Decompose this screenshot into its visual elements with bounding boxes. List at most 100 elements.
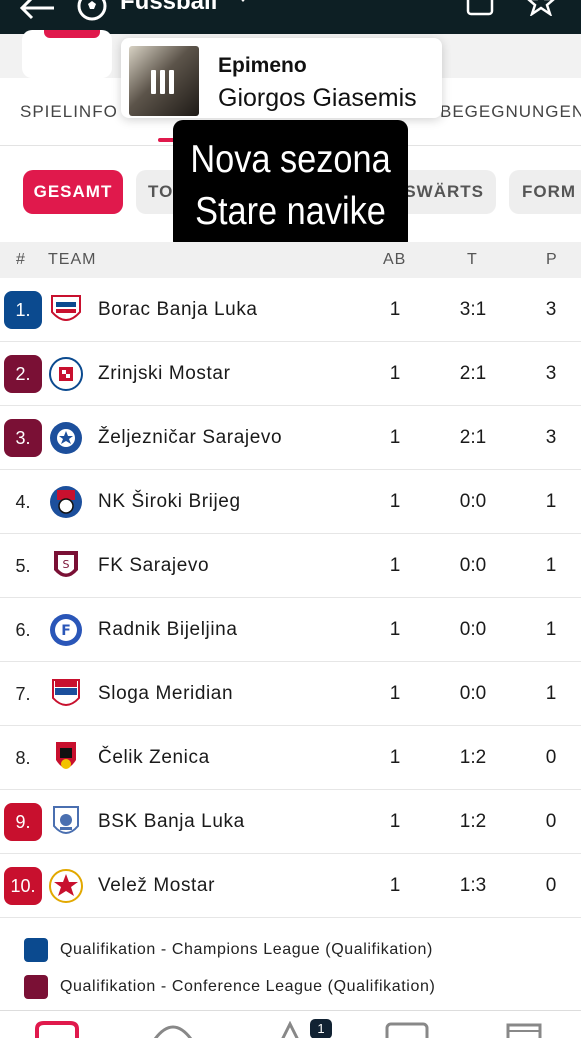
goals: 2:1 — [459, 363, 487, 384]
games-played: 1 — [389, 555, 401, 576]
header-rank: # — [16, 251, 26, 268]
song-title: Epimeno — [218, 54, 307, 77]
legend-swatch — [24, 975, 48, 999]
rank-badge: 4. — [15, 492, 31, 512]
legend-item-champions: Qualifikation - Champions League (Qualif… — [24, 938, 433, 962]
rank-badge: 3. — [4, 419, 42, 457]
team-name: NK Široki Brijeg — [98, 491, 241, 512]
legend-swatch — [24, 938, 48, 962]
points: 1 — [545, 555, 557, 576]
svg-text:S: S — [63, 558, 70, 571]
table-header: # TEAM AB T P — [0, 242, 581, 278]
caption-line-2: Stare navike — [195, 190, 386, 233]
radnik-logo-icon: F — [50, 614, 82, 646]
games-played: 1 — [389, 363, 401, 384]
zeljeznicar-logo-icon — [50, 422, 82, 454]
rank-badge: 8. — [15, 748, 31, 768]
table-row[interactable]: 4. NK Široki Brijeg 1 0:0 1 — [0, 470, 581, 534]
header-team: TEAM — [48, 251, 97, 268]
points: 3 — [545, 363, 557, 384]
football-icon — [77, 0, 107, 21]
goals: 0:0 — [459, 555, 487, 576]
song-artist: Giorgos Giasemis — [218, 84, 417, 112]
rank-badge: 6. — [15, 620, 31, 640]
table-row[interactable]: 1. Borac Banja Luka 1 3:1 3 — [0, 278, 581, 342]
games-played: 1 — [389, 875, 401, 896]
points: 0 — [545, 747, 557, 768]
table-row[interactable]: 9. BSK Banja Luka 1 1:2 0 — [0, 790, 581, 854]
games-played: 1 — [389, 683, 401, 704]
points: 1 — [545, 491, 557, 512]
caption-overlay: Nova sezona Stare navike — [173, 120, 408, 251]
header-t: T — [467, 251, 478, 268]
points: 0 — [545, 811, 557, 832]
header-p: P — [546, 251, 558, 268]
favorite-star-icon[interactable] — [526, 0, 556, 16]
legend-label: Qualifikation - Champions League (Qualif… — [60, 941, 433, 959]
goals: 0:0 — [459, 619, 487, 640]
team-name: Zrinjski Mostar — [98, 363, 231, 384]
points: 0 — [545, 875, 557, 896]
goals: 2:1 — [459, 427, 487, 448]
table-row[interactable]: 8. Čelik Zenica 1 1:2 0 — [0, 726, 581, 790]
app-title[interactable]: Fussball — [120, 0, 217, 16]
team-name: Borac Banja Luka — [98, 299, 258, 320]
rank-badge: 9. — [4, 803, 42, 841]
goals: 0:0 — [459, 683, 487, 704]
svg-text:F: F — [61, 623, 71, 639]
home-icon[interactable] — [34, 1021, 80, 1038]
games-played: 1 — [389, 811, 401, 832]
table-row[interactable]: 3. Željezničar Sarajevo 1 2:1 3 — [0, 406, 581, 470]
team-name: BSK Banja Luka — [98, 811, 245, 832]
table-row[interactable]: 6. F Radnik Bijeljina 1 0:0 1 — [0, 598, 581, 662]
games-played: 1 — [389, 619, 401, 640]
live-icon[interactable] — [152, 1021, 194, 1038]
points: 3 — [545, 299, 557, 320]
bottom-navigation: 1 — [0, 1010, 581, 1038]
league-card[interactable] — [22, 30, 112, 78]
app-top-bar: Fussball — [0, 0, 581, 34]
legend-label: Qualifikation - Conference League (Quali… — [60, 978, 436, 996]
goals: 0:0 — [459, 491, 487, 512]
scores-icon[interactable] — [384, 1021, 430, 1038]
table-row[interactable]: 2. Zrinjski Mostar 1 2:1 3 — [0, 342, 581, 406]
rank-badge: 1. — [4, 291, 42, 329]
points: 1 — [545, 619, 557, 640]
team-name: FK Sarajevo — [98, 555, 210, 576]
chevron-down-icon[interactable] — [236, 0, 250, 4]
sloga-logo-icon — [52, 679, 80, 706]
zrinjski-logo-icon — [49, 357, 83, 391]
rank-badge: 7. — [15, 684, 31, 704]
filter-gesamt[interactable]: GESAMT — [23, 170, 123, 214]
filter-auswaerts[interactable]: SWÄRTS — [396, 170, 496, 214]
table-row[interactable]: 7. Sloga Meridian 1 0:0 1 — [0, 662, 581, 726]
news-icon[interactable] — [278, 1021, 302, 1038]
share-icon[interactable] — [465, 0, 495, 16]
team-name: Željezničar Sarajevo — [98, 427, 283, 448]
album-art — [129, 46, 199, 116]
goals: 3:1 — [459, 299, 487, 320]
music-overlay-card[interactable]: Epimeno Giorgos Giasemis — [121, 38, 442, 118]
legend-item-conference: Qualifikation - Conference League (Quali… — [24, 975, 435, 999]
back-arrow-icon[interactable] — [18, 0, 58, 22]
tab-begegnungen[interactable]: BEGEGNUNGEN — [440, 102, 581, 122]
qualification-legend: Qualifikation - Champions League (Qualif… — [0, 918, 581, 1010]
rank-badge: 5. — [15, 556, 31, 576]
notification-badge: 1 — [310, 1019, 332, 1038]
pause-icon[interactable] — [151, 70, 178, 99]
goals: 1:2 — [459, 811, 487, 832]
table-row[interactable]: 10. Velež Mostar 1 1:3 0 — [0, 854, 581, 918]
more-icon[interactable] — [504, 1021, 544, 1038]
team-name: Radnik Bijeljina — [98, 619, 238, 640]
team-name: Velež Mostar — [98, 875, 216, 896]
games-played: 1 — [389, 299, 401, 320]
tab-spielinfo[interactable]: SPIELINFO — [20, 102, 118, 122]
games-played: 1 — [389, 427, 401, 448]
team-name: Čelik Zenica — [98, 747, 210, 768]
table-row[interactable]: 5. S FK Sarajevo 1 0:0 1 — [0, 534, 581, 598]
velez-logo-icon — [49, 869, 83, 903]
games-played: 1 — [389, 491, 401, 512]
filter-form[interactable]: FORM — [509, 170, 581, 214]
rank-badge: 10. — [4, 867, 42, 905]
points: 1 — [545, 683, 557, 704]
